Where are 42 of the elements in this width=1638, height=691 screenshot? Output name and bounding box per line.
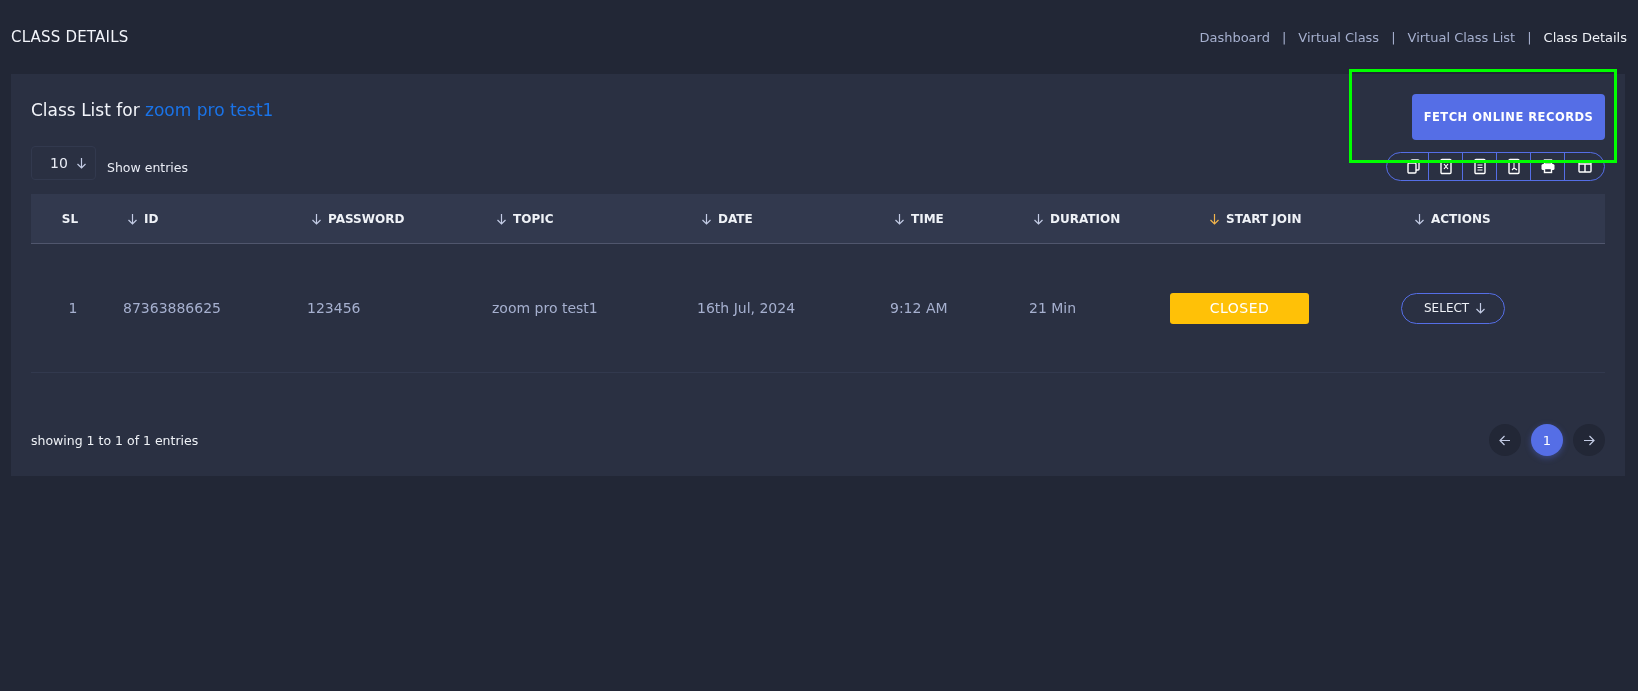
pdf-file-icon <box>1505 158 1522 175</box>
text-file-icon <box>1471 158 1488 175</box>
excel-file-icon <box>1437 158 1454 175</box>
breadcrumb-link[interactable]: Virtual Class <box>1298 29 1380 45</box>
page-title: CLASS DETAILS <box>11 28 129 46</box>
column-header[interactable]: SL <box>31 211 115 226</box>
column-header[interactable]: PASSWORD <box>299 211 484 226</box>
status-badge: CLOSED <box>1170 292 1309 324</box>
breadcrumb-link[interactable]: Dashboard <box>1199 29 1270 45</box>
column-header[interactable]: DURATION <box>1021 211 1197 226</box>
column-header[interactable]: ACTIONS <box>1402 211 1605 226</box>
table-cell-text: 87363886625 <box>122 300 222 316</box>
page-length-select[interactable]: 10 <box>31 146 96 180</box>
table-cell-text: 1 <box>67 300 79 316</box>
table-cell-text: 16th Jul, 2024 <box>696 300 797 316</box>
table-cell-text: zoom pro test1 <box>491 300 599 316</box>
column-header[interactable]: DATE <box>689 211 882 226</box>
down-arrow-icon <box>1475 302 1487 314</box>
page-number-button[interactable]: 1 <box>1531 424 1563 456</box>
previous-page-button[interactable] <box>1489 424 1521 456</box>
down-arrow-icon <box>75 157 87 169</box>
breadcrumb-separator: | <box>1527 29 1532 45</box>
left-arrow-icon <box>1499 434 1511 446</box>
print-icon <box>1539 158 1556 175</box>
breadcrumb-separator: | <box>1281 29 1287 45</box>
column-header[interactable]: ID <box>115 211 299 226</box>
column-header[interactable]: TIME <box>882 211 1021 226</box>
breadcrumb-link[interactable]: Class Details <box>1543 29 1627 45</box>
table-cell-text: 123456 <box>306 300 362 316</box>
table-cell-text: 9:12 AM <box>889 300 949 316</box>
fetch-online-records-button[interactable]: FETCH ONLINE RECORDS <box>1412 94 1605 140</box>
breadcrumb-separator: | <box>1391 29 1396 45</box>
column-header[interactable]: TOPIC <box>484 211 689 226</box>
page-length-label: Show entries <box>107 159 189 175</box>
copy-icon <box>1405 158 1422 175</box>
entries-info: showing 1 to 1 of 1 entries <box>31 432 199 448</box>
column-header[interactable]: START JOIN <box>1197 211 1402 226</box>
breadcrumb-link[interactable]: Virtual Class List <box>1407 29 1516 45</box>
card-title: Class List for zoom pro test1 <box>31 99 274 120</box>
table-cell-text: 21 Min <box>1028 300 1078 316</box>
next-page-button[interactable] <box>1573 424 1605 456</box>
right-arrow-icon <box>1583 434 1595 446</box>
